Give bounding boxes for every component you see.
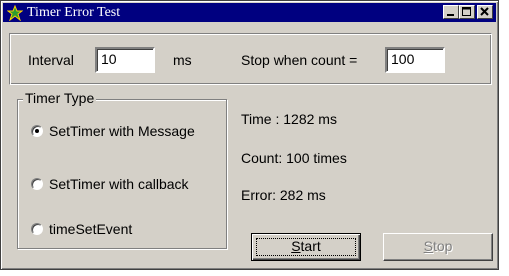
stop-button[interactable]: Stop [383, 233, 493, 261]
radio-label: SetTimer with Message [49, 123, 195, 139]
interval-unit-label: ms [173, 52, 192, 68]
start-button[interactable]: Start [251, 233, 361, 261]
maximize-button[interactable] [459, 5, 475, 19]
interval-label: Interval [28, 52, 74, 68]
time-result: Time : 1282 ms [241, 111, 337, 127]
title-bar[interactable]: Timer Error Test [3, 3, 496, 22]
close-icon [480, 7, 489, 16]
stop-count-label: Stop when count = [241, 52, 358, 68]
main-window: Timer Error Test Interval 10 ms Stop whe… [0, 0, 499, 270]
stop-label-rest: top [432, 238, 453, 254]
radio-button[interactable] [31, 125, 43, 137]
radio-selected-dot [35, 129, 39, 133]
radio-button[interactable] [31, 178, 43, 190]
radio-label: timeSetEvent [49, 221, 133, 237]
minimize-icon [447, 14, 454, 16]
interval-input[interactable]: 10 [95, 47, 155, 73]
maximize-icon [462, 7, 471, 16]
app-icon [7, 5, 23, 21]
window-title: Timer Error Test [27, 5, 121, 20]
timer-type-title: Timer Type [23, 90, 97, 106]
radio-label: SetTimer with callback [49, 176, 189, 192]
stop-count-input[interactable]: 100 [385, 47, 445, 73]
focus-indicator [256, 238, 356, 256]
close-button[interactable] [477, 5, 493, 19]
count-result: Count: 100 times [241, 150, 347, 166]
radio-button[interactable] [31, 223, 43, 235]
error-result: Error: 282 ms [241, 187, 326, 203]
minimize-button[interactable] [443, 5, 459, 19]
stop-mnemonic: S [423, 238, 433, 254]
